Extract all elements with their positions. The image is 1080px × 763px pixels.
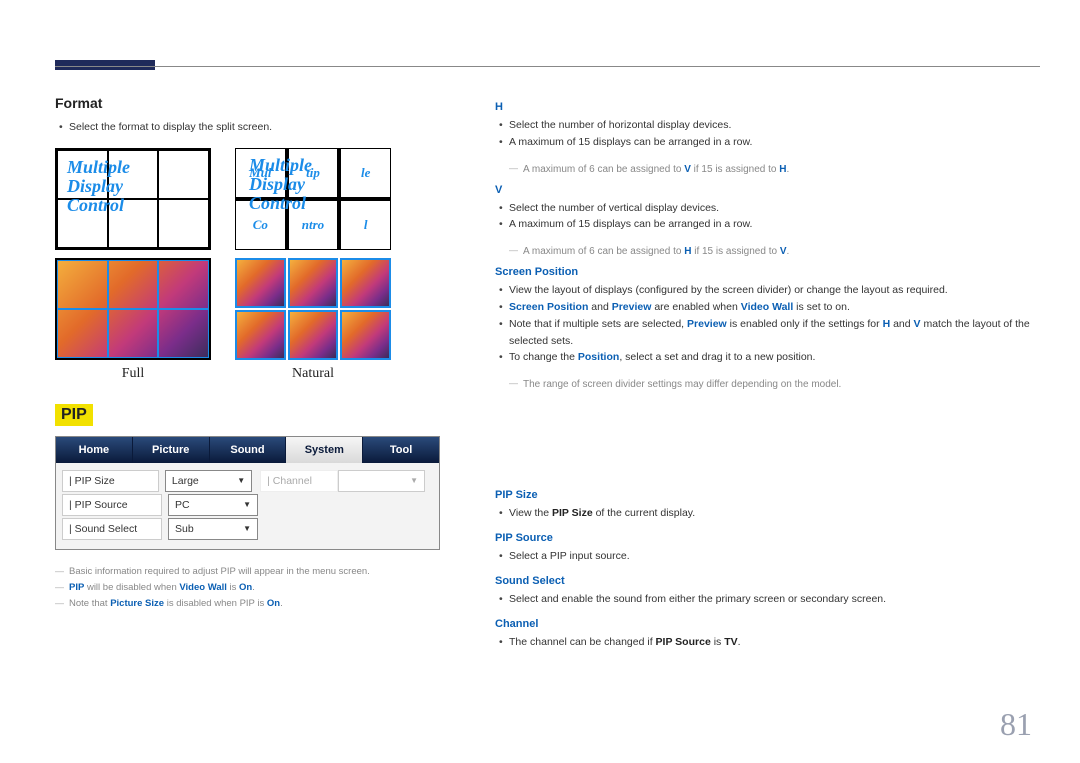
full-label: Full [55,366,211,382]
left-footnotes: Basic information required to adjust PIP… [55,564,425,612]
header-accent-bar [55,60,155,70]
format-tile-natural-text: Mul tip le Co ntro l Multiple Display Co… [235,148,391,250]
format-illustration-row-2: Full Natural [55,258,425,382]
sound-select-select[interactable]: Sub▼ [168,518,258,540]
pip-size-label: | PIP Size [62,470,159,492]
sp-bullet-1: View the layout of displays (configured … [495,282,1040,299]
page-number: 81 [1000,706,1032,743]
sp-bullet-3: Note that if multiple sets are selected,… [495,316,1040,350]
v-bullet-2: A maximum of 15 displays can be arranged… [495,216,1040,233]
pip-source-heading: PIP Source [495,532,1040,544]
tab-sound[interactable]: Sound [210,437,287,463]
right-column: H Select the number of horizontal displa… [495,95,1040,660]
h-note: A maximum of 6 can be assigned to V if 1… [509,161,1040,178]
format-tile-full-text: Multiple Display Control [55,148,211,250]
format-desc: Select the format to display the split s… [55,119,425,136]
tab-home[interactable]: Home [56,437,133,463]
v-note: A maximum of 6 can be assigned to H if 1… [509,243,1040,260]
pip-source-bullet: Select a PIP input source. [495,548,1040,565]
tab-picture[interactable]: Picture [133,437,210,463]
pip-source-label: | PIP Source [62,494,162,516]
pip-size-heading: PIP Size [495,489,1040,501]
pip-settings-panel: Home Picture Sound System Tool | PIP Siz… [55,436,440,550]
tab-system[interactable]: System [286,437,363,463]
chevron-down-icon: ▼ [243,500,251,509]
left-column: Format Select the format to display the … [55,95,425,660]
channel-label: | Channel [260,470,338,492]
pip-size-select[interactable]: Large▼ [165,470,252,492]
footnote-2: PIP will be disabled when Video Wall is … [55,580,425,596]
channel-select: ▼ [338,470,425,492]
v-heading: V [495,184,1040,196]
chevron-down-icon: ▼ [243,524,251,533]
sound-select-heading: Sound Select [495,575,1040,587]
natural-label: Natural [235,366,391,382]
chevron-down-icon: ▼ [410,476,418,485]
chevron-down-icon: ▼ [237,476,245,485]
channel-heading: Channel [495,618,1040,630]
format-heading: Format [55,95,425,111]
mdc-text-2: Multiple Display Control [239,148,322,221]
sound-select-label: | Sound Select [62,518,162,540]
pip-source-select[interactable]: PC▼ [168,494,258,516]
header-rule [55,66,1040,67]
footnote-3: Note that Picture Size is disabled when … [55,596,425,612]
h-heading: H [495,101,1040,113]
sp-bullet-4: To change the Position, select a set and… [495,349,1040,366]
channel-bullet: The channel can be changed if PIP Source… [495,634,1040,651]
sp-note: The range of screen divider settings may… [509,376,1040,393]
footnote-1: Basic information required to adjust PIP… [55,564,425,580]
format-tile-full-image [55,258,211,360]
screen-position-heading: Screen Position [495,266,1040,278]
v-bullet-1: Select the number of vertical display de… [495,200,1040,217]
h-bullet-1: Select the number of horizontal display … [495,117,1040,134]
mdc-text: Multiple Display Control [57,150,140,223]
tab-tool[interactable]: Tool [363,437,439,463]
sp-bullet-2: Screen Position and Preview are enabled … [495,299,1040,316]
pip-size-bullet: View the PIP Size of the current display… [495,505,1040,522]
format-illustration-row-1: Multiple Display Control Mul tip le Co n… [55,148,425,250]
h-bullet-2: A maximum of 15 displays can be arranged… [495,134,1040,151]
pip-heading-badge: PIP [55,404,93,426]
sound-select-bullet: Select and enable the sound from either … [495,591,1040,608]
format-tile-natural-image [235,258,391,360]
